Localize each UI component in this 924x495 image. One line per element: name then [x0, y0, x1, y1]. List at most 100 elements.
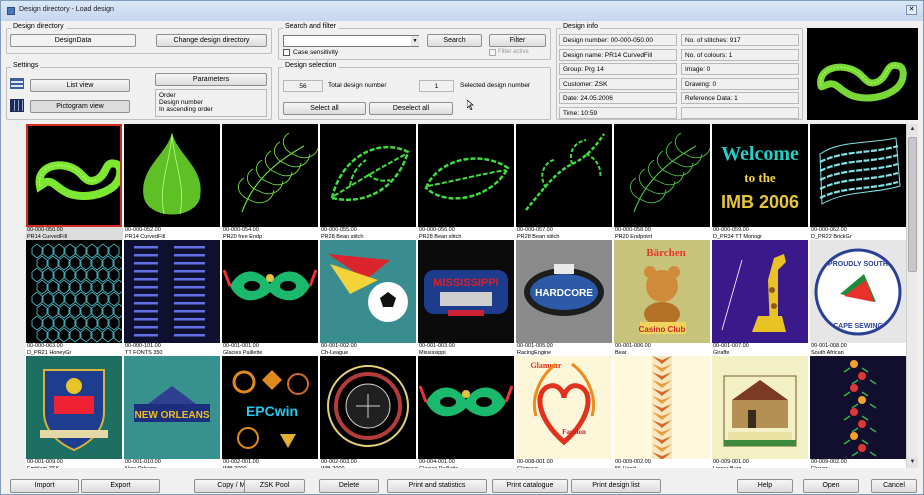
design-preview-image[interactable]	[810, 124, 906, 227]
design-preview-image[interactable]	[516, 124, 612, 227]
design-thumbnail[interactable]: 00-000-063.00 D_PR21 HoneyGr	[26, 240, 123, 357]
design-thumbnail[interactable]: 00-000-052.00 PR14 CurvedFill	[124, 124, 221, 241]
bottom-button-print-catalogue[interactable]: Print catalogue	[492, 479, 568, 493]
design-preview-image[interactable]: MISSISSIPPI	[418, 240, 514, 343]
design-name: Flower	[811, 466, 906, 469]
design-thumbnail[interactable]: 00-009-002.00 56 Head	[614, 356, 711, 468]
chevron-down-icon[interactable]: ▼	[411, 36, 419, 46]
design-thumbnail[interactable]: 00-000-056.00 PR28 Bean stitch	[418, 124, 515, 241]
design-thumbnail[interactable]: PROUDLY SOUTH CAPE SEWING 00-001-008.00 S…	[810, 240, 906, 357]
pictogram-view-button[interactable]: Pictogram view	[30, 100, 130, 113]
bottom-button-import[interactable]: Import	[10, 479, 79, 493]
design-thumbnail[interactable]: 00-000-101.00 TT FONTS 350	[124, 240, 221, 357]
design-thumbnail[interactable]: 00-001-002.00 Ch-League	[320, 240, 417, 357]
pictogram-view-icon[interactable]	[10, 99, 24, 112]
design-thumbnail[interactable]: 00-001-009.00 Emblem ZSK	[26, 356, 123, 468]
design-preview-image[interactable]	[418, 124, 514, 227]
design-thumbnail[interactable]: 00-004-001.00 Glacies Paillette	[418, 356, 515, 468]
scroll-up-icon[interactable]: ▲	[907, 124, 918, 135]
design-thumbnail[interactable]: 00-000-062.00 D_PR22 BrickGr	[810, 124, 906, 241]
current-directory-button[interactable]: DesignData	[10, 34, 136, 47]
design-preview-image[interactable]: PROUDLY SOUTH CAPE SEWING	[810, 240, 906, 343]
filter-button[interactable]: Filter	[489, 34, 546, 47]
design-thumbnail[interactable]: 00-002-003.00 IMB 2000	[320, 356, 417, 468]
design-preview-image[interactable]	[614, 124, 710, 227]
design-preview-image[interactable]	[418, 356, 514, 459]
change-directory-button[interactable]: Change design directory	[156, 34, 267, 47]
scroll-down-icon[interactable]: ▼	[907, 457, 918, 468]
design-thumbnail[interactable]: 00-009-001.00 Linner Burg	[712, 356, 809, 468]
selected-design-preview	[807, 28, 918, 120]
case-sensitivity-checkbox[interactable]	[283, 49, 290, 56]
design-preview-image[interactable]	[26, 356, 122, 459]
scroll-thumb[interactable]	[908, 137, 917, 272]
design-preview-image[interactable]: Welcome to the IMB 2006	[712, 124, 808, 227]
design-preview-image[interactable]: HARDCORE	[516, 240, 612, 343]
bottom-button-export[interactable]: Export	[81, 479, 160, 493]
design-preview-image[interactable]	[320, 124, 416, 227]
list-view-button[interactable]: List view	[30, 79, 130, 92]
select-all-button[interactable]: Select all	[283, 102, 366, 115]
parameters-button[interactable]: Parameters	[155, 73, 267, 86]
design-thumbnail[interactable]: Welcome to the IMB 2006 00-000-059.00 D_PR…	[712, 124, 809, 241]
design-thumbnail[interactable]: 00-000-055.00 PR28 Bean stitch	[320, 124, 417, 241]
vertical-scrollbar[interactable]: ▲ ▼	[906, 124, 918, 468]
design-preview-image[interactable]	[124, 240, 220, 343]
design-preview-image[interactable]	[26, 124, 122, 227]
design-preview-image[interactable]	[614, 356, 710, 459]
design-thumbnail[interactable]: 00-001-007.00 Giraffe	[712, 240, 809, 357]
design-thumbnail[interactable]: EPCwin 00-002-001.00 IMB 2000	[222, 356, 319, 468]
design-caption: 00-000-054.00 PR20 free Endp	[222, 227, 319, 241]
design-thumbnail[interactable]: 00-009-002.00 Flower	[810, 356, 906, 468]
total-design-count: 56	[283, 80, 323, 92]
svg-text:Glamour: Glamour	[530, 361, 562, 370]
design-preview-image[interactable]	[222, 240, 318, 343]
design-gallery[interactable]: 00-000-050.00 PR14 CurvedFill 00-000-052…	[26, 124, 906, 468]
design-preview-image[interactable]: NEW ORLEANS	[124, 356, 220, 459]
design-name: IMB 2000	[321, 466, 417, 469]
design-preview-image[interactable]	[320, 240, 416, 343]
filter-active-label: Filter active	[498, 49, 529, 55]
design-preview-image[interactable]	[712, 356, 808, 459]
design-preview-image[interactable]	[124, 124, 220, 227]
bottom-button-zsk-pool[interactable]: ZSK Pool	[244, 479, 305, 493]
design-thumbnail[interactable]: 00-000-054.00 PR20 free Endp	[222, 124, 319, 241]
design-thumbnail[interactable]: 00-001-001.00 Glacies Paillette	[222, 240, 319, 357]
design-caption: 00-000-056.00 PR28 Bean stitch	[418, 227, 515, 241]
bottom-button-print-and-statistics[interactable]: Print and statistics	[387, 479, 487, 493]
design-thumbnail[interactable]: Glamour Fashion 00-008-001.00 Glamour	[516, 356, 613, 468]
design-thumbnail[interactable]: 00-000-058.00 PR20 Endpoint	[614, 124, 711, 241]
close-icon[interactable]: ✕	[906, 5, 917, 15]
design-preview-image[interactable]	[810, 356, 906, 459]
design-info-field: Customer: ZSK	[559, 77, 677, 90]
design-thumbnail[interactable]: NEW ORLEANS 00-001-010.00 New Orleans	[124, 356, 221, 468]
design-preview-image[interactable]	[222, 124, 318, 227]
bottom-button-delete[interactable]: Delete	[319, 479, 379, 493]
bottom-button-cancel[interactable]: Cancel	[871, 479, 917, 493]
design-preview-image[interactable]: EPCwin	[222, 356, 318, 459]
bottom-button-help[interactable]: Help	[737, 479, 793, 493]
design-info-field: Design number: 00-000-050.00	[559, 34, 677, 46]
design-thumbnail[interactable]: 00-000-057.00 PR28 Bean stitch	[516, 124, 613, 241]
bottom-button-print-design-list[interactable]: Print design list	[571, 479, 661, 493]
design-name: Glamour	[517, 466, 613, 469]
design-thumbnail[interactable]: Bärchen Casino Club 00-001-006.00 Bear	[614, 240, 711, 357]
bottom-button-open[interactable]: Open	[803, 479, 859, 493]
design-thumbnail[interactable]: HARDCORE 00-001-005.00 RacingEngine	[516, 240, 613, 357]
design-name: IMB 2000	[223, 466, 319, 469]
design-preview-image[interactable]: Glamour Fashion	[516, 356, 612, 459]
design-preview-image[interactable]	[712, 240, 808, 343]
design-caption: 00-009-001.00 Linner Burg	[712, 459, 809, 468]
search-input[interactable]	[283, 35, 419, 47]
design-preview-image[interactable]	[26, 240, 122, 343]
design-thumbnail[interactable]: MISSISSIPPI 00-001-003.00 Mississippi	[418, 240, 515, 357]
design-preview-image[interactable]	[320, 356, 416, 459]
list-view-icon[interactable]	[10, 78, 24, 89]
design-thumbnail[interactable]: 00-000-050.00 PR14 CurvedFill	[26, 124, 123, 241]
deselect-all-button[interactable]: Deselect all	[369, 102, 453, 115]
design-caption: 00-000-101.00 TT FONTS 350	[124, 343, 221, 357]
search-button[interactable]: Search	[427, 34, 482, 47]
design-caption: 00-004-001.00 Glacies Paillette	[418, 459, 515, 468]
design-preview-image[interactable]: Bärchen Casino Club	[614, 240, 710, 343]
group-label: Design info	[561, 23, 601, 30]
